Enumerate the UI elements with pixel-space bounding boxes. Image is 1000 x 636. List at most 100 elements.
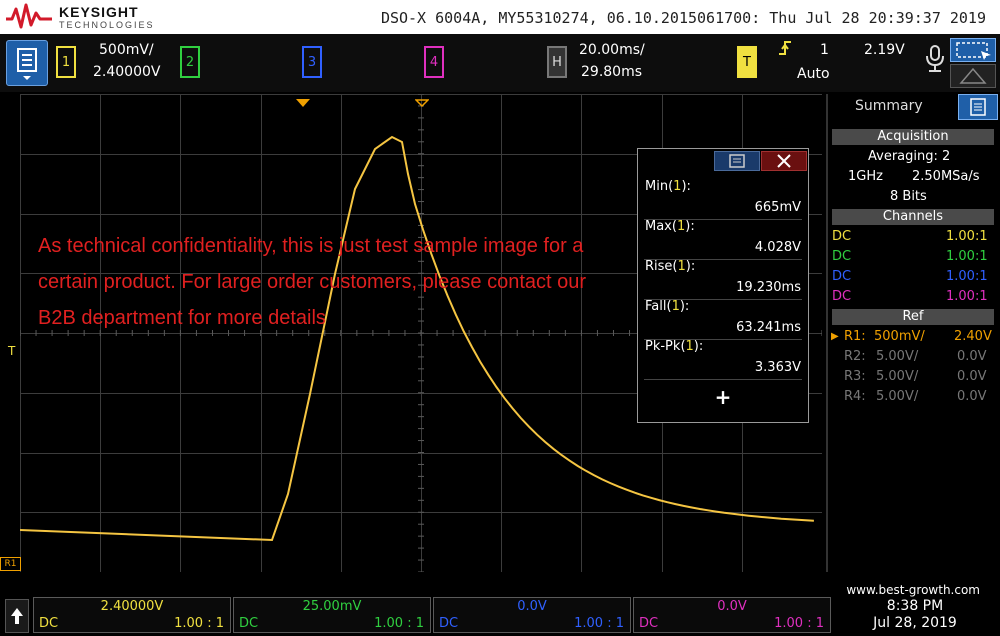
channel-3-button[interactable]: 3 [302, 46, 322, 78]
meas-label: Pk-Pk(1): [645, 339, 704, 354]
watermark-notice: As technical confidentiality, this is ju… [38, 235, 587, 329]
ref-offset: 0.0V [957, 349, 987, 364]
trigger-mode: Auto [797, 66, 830, 82]
main-menu-button[interactable] [6, 40, 48, 86]
ch1-offset: 2.40000V [93, 64, 161, 80]
ch2-coupling: DC [239, 616, 259, 631]
ch2-value: 25.00mV [302, 599, 362, 614]
ch-coupling: DC [832, 229, 852, 244]
bandwidth: 1GHz [848, 169, 883, 184]
brand-sub: TECHNOLOGIES [59, 20, 155, 30]
acq-mode: Averaging: 2 [868, 149, 951, 164]
meas-label: Min(1): [645, 179, 691, 194]
website-url: www.best-growth.com [846, 583, 980, 597]
touch-select-button[interactable] [950, 38, 996, 62]
summary-tab[interactable]: Summary [855, 98, 923, 114]
meas-value: 3.363V [754, 360, 801, 375]
microphone-icon[interactable] [924, 44, 946, 78]
expand-button[interactable] [5, 599, 29, 633]
sample-rate: 2.50MSa/s [912, 169, 980, 184]
channel-2-button[interactable]: 2 [180, 46, 200, 78]
trigger-edge-icon [778, 40, 792, 60]
horizontal-button[interactable]: H [547, 46, 567, 78]
channel-4-button[interactable]: 4 [424, 46, 444, 78]
trigger-level-marker[interactable]: T [8, 344, 15, 358]
ch4-value: 0.0V [717, 599, 747, 614]
summary-panel: Summary Acquisition Averaging: 2 1GHz 2.… [826, 94, 1000, 572]
ch2-probe: 1.00 : 1 [374, 616, 424, 631]
meas-label: Max(1): [645, 219, 695, 234]
list-icon [729, 154, 745, 168]
ch-probe: 1.00:1 [946, 289, 988, 304]
ch1-status[interactable]: 2.40000V DC 1.00 : 1 [33, 597, 231, 633]
summary-menu-button[interactable] [958, 94, 998, 120]
ch-probe: 1.00:1 [946, 269, 988, 284]
selection-box-icon [956, 42, 991, 60]
time-delay: 29.80ms [581, 64, 643, 80]
add-measurement-button[interactable]: + [638, 385, 808, 409]
ch3-status[interactable]: 0.0V DC 1.00 : 1 [433, 597, 631, 633]
keysight-logo: KEYSIGHT TECHNOLOGIES [6, 3, 166, 31]
ref-name: R2: [844, 349, 866, 364]
meas-value: 4.028V [754, 240, 801, 255]
ch1-probe: 1.00 : 1 [174, 616, 224, 631]
ref-scale: 500mV/ [874, 329, 925, 344]
ref-scale: 5.00V/ [876, 349, 919, 364]
time-reference-marker[interactable] [414, 92, 430, 111]
ref-scale: 5.00V/ [876, 369, 919, 384]
ch-coupling: DC [832, 249, 852, 264]
ref-name: R1: [844, 329, 866, 344]
document-menu-icon [17, 48, 37, 80]
active-ref-arrow-icon: ▶ [831, 331, 839, 342]
ref-offset: 0.0V [957, 389, 987, 404]
clock: 8:38 PM Jul 28, 2019 [855, 598, 975, 632]
ref-name: R4: [844, 389, 866, 404]
ch1-scale: 500mV/ [99, 42, 154, 58]
ref-scale: 5.00V/ [876, 389, 919, 404]
control-bar: 1 500mV/ 2.40000V 2 3 4 H 20.00ms/ 29.80… [0, 34, 1000, 92]
meas-label: Fall(1): [645, 299, 690, 314]
ch4-probe: 1.00 : 1 [774, 616, 824, 631]
clock-date: Jul 28, 2019 [873, 615, 957, 631]
measurement-menu-button[interactable] [714, 151, 760, 171]
meas-label: Rise(1): [645, 259, 696, 274]
ref-offset: 2.40V [954, 329, 992, 344]
document-icon [970, 98, 986, 116]
ch4-status[interactable]: 0.0V DC 1.00 : 1 [633, 597, 831, 633]
channels-header[interactable]: Channels [832, 209, 994, 225]
ch-probe: 1.00:1 [946, 249, 988, 264]
divider [826, 94, 828, 572]
trigger-source: 1 [820, 42, 829, 58]
ch3-value: 0.0V [517, 599, 547, 614]
measurement-window[interactable]: Min(1): 665mV Max(1): 4.028V Rise(1): 19… [637, 148, 809, 423]
ch-probe: 1.00:1 [946, 229, 988, 244]
ref-r1-marker[interactable]: R1 [0, 557, 21, 571]
keysight-wave-icon [6, 3, 52, 29]
ch2-status[interactable]: 25.00mV DC 1.00 : 1 [233, 597, 431, 633]
ch-coupling: DC [832, 269, 852, 284]
acquisition-header[interactable]: Acquisition [832, 129, 994, 145]
brand-name: KEYSIGHT [59, 4, 139, 20]
trigger-button[interactable]: T [737, 46, 757, 78]
ch3-probe: 1.00 : 1 [574, 616, 624, 631]
up-arrow-icon [11, 608, 23, 624]
ch1-value: 2.40000V [100, 599, 164, 614]
meas-value: 63.241ms [736, 320, 801, 335]
divider [644, 379, 802, 380]
trigger-zone-icon [959, 67, 987, 84]
clock-time: 8:38 PM [886, 598, 944, 614]
ch-coupling: DC [832, 289, 852, 304]
device-info: DSO-X 6004A, MY55310274, 06.10.201506170… [380, 9, 986, 27]
touch-zoom-button[interactable] [950, 64, 996, 88]
time-scale: 20.00ms/ [579, 42, 645, 58]
ch4-coupling: DC [639, 616, 659, 631]
bottom-status-bar: 2.40000V DC 1.00 : 1 25.00mV DC 1.00 : 1… [0, 576, 1000, 635]
ref-header[interactable]: Ref [832, 309, 994, 325]
bits: 8 Bits [890, 189, 927, 204]
measurement-close-button[interactable] [761, 151, 807, 171]
trigger-position-marker[interactable] [296, 92, 310, 111]
brand-bar: KEYSIGHT TECHNOLOGIES DSO-X 6004A, MY553… [0, 0, 1000, 34]
channel-1-button[interactable]: 1 [56, 46, 76, 78]
ch1-coupling: DC [39, 616, 59, 631]
ref-name: R3: [844, 369, 866, 384]
